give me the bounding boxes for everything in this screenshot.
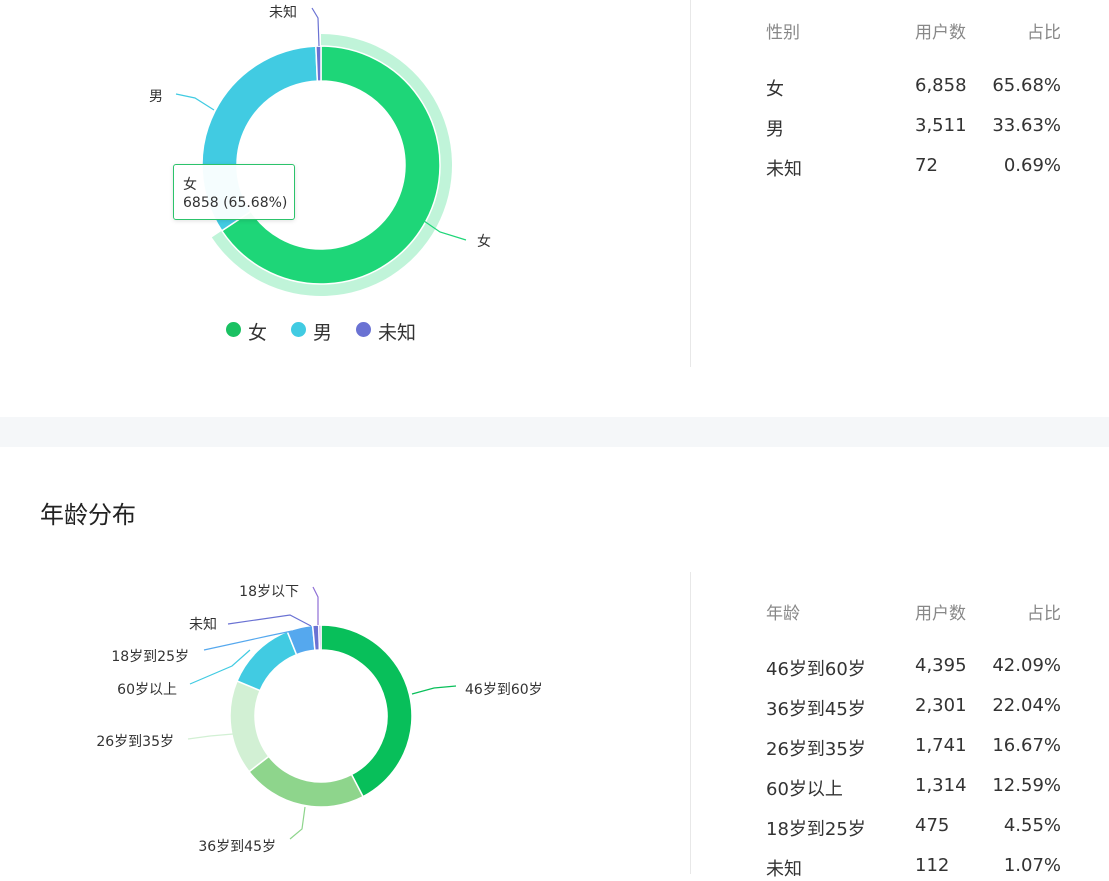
- header-percent: 占比: [1027, 23, 1061, 43]
- slice-label-4: 18岁到25岁: [111, 649, 189, 665]
- row-label: 36岁到45岁: [766, 699, 866, 720]
- label-leader-2: [187, 733, 234, 740]
- row-label: 未知: [766, 159, 802, 180]
- slice-2[interactable]: [315, 45, 322, 82]
- row-percent: 22.04%: [992, 695, 1061, 716]
- legend-dot-icon: [356, 322, 371, 337]
- gender-section: 女男未知 女 6858 (65.68%) 女 男 未知 性别 用户数 占比 女 …: [0, 0, 1109, 417]
- column-divider: [690, 0, 691, 367]
- label-leader-1: [175, 93, 215, 111]
- label-leader-5: [227, 614, 312, 627]
- header-percent: 占比: [1027, 604, 1061, 624]
- label-leader-2: [311, 7, 320, 47]
- slice-label-2: 未知: [269, 4, 297, 21]
- table-row: 未知 72 0.69%: [766, 155, 1061, 180]
- tooltip-value: 6858 (65.68%): [183, 195, 288, 211]
- row-label: 60岁以上: [766, 779, 843, 800]
- slice-6[interactable]: [318, 624, 322, 651]
- slice-label-5: 未知: [189, 616, 217, 633]
- row-label: 男: [766, 119, 784, 140]
- header-age: 年龄: [766, 604, 800, 624]
- table-header: 性别 用户数 占比: [766, 18, 1061, 43]
- row-count: 6,858: [915, 75, 967, 96]
- label-leader-0: [411, 685, 457, 695]
- row-percent: 65.68%: [992, 75, 1061, 96]
- slice-label-2: 26岁到35岁: [96, 734, 174, 750]
- row-percent: 12.59%: [992, 775, 1061, 796]
- row-count: 112: [915, 855, 950, 876]
- row-percent: 16.67%: [992, 735, 1061, 756]
- tooltip-label: 女: [183, 177, 197, 193]
- slice-label-0: 46岁到60岁: [465, 682, 543, 698]
- row-label: 女: [766, 79, 784, 100]
- legend-label: 女: [248, 322, 268, 344]
- age-donut-chart: 46岁到60岁 36岁到45岁 26岁到35岁 60岁以上 18岁到25岁未知 18岁以下: [96, 584, 543, 855]
- row-percent: 4.55%: [1003, 815, 1061, 836]
- header-count: 用户数: [915, 604, 966, 624]
- row-label: 46岁到60岁: [766, 659, 866, 680]
- legend-label: 未知: [378, 322, 417, 344]
- row-count: 2,301: [915, 695, 967, 716]
- row-count: 475: [915, 815, 950, 836]
- row-percent: 1.07%: [1003, 855, 1061, 876]
- row-count: 4,395: [915, 655, 967, 676]
- table-row: 36岁到45岁 2,301 22.04%: [766, 695, 1061, 720]
- section-separator: [0, 417, 1109, 447]
- label-leader-1: [289, 806, 306, 840]
- row-count: 1,314: [915, 775, 967, 796]
- header-count: 用户数: [915, 23, 966, 43]
- table-row: 60岁以上 1,314 12.59%: [766, 775, 1061, 800]
- table-header: 年龄 用户数 占比: [766, 599, 1061, 624]
- row-count: 3,511: [915, 115, 967, 136]
- legend-dot-icon: [291, 322, 306, 337]
- gender-donut-chart: 女 男 未知: [149, 4, 491, 296]
- row-count: 72: [915, 155, 938, 176]
- row-percent: 33.63%: [992, 115, 1061, 136]
- slice-label-3: 60岁以上: [117, 682, 177, 698]
- table-row: 女 6,858 65.68%: [766, 75, 1061, 100]
- slice-0[interactable]: [320, 624, 413, 798]
- slice-1[interactable]: [247, 755, 365, 808]
- table-row: 46岁到60岁 4,395 42.09%: [766, 655, 1061, 680]
- slice-label-1: 36岁到45岁: [198, 839, 276, 855]
- slice-2[interactable]: [229, 679, 270, 773]
- column-divider: [690, 572, 691, 874]
- row-label: 26岁到35岁: [766, 739, 866, 760]
- slice-label-1: 男: [149, 89, 163, 105]
- label-leader-6: [312, 586, 319, 625]
- row-label: 18岁到25岁: [766, 819, 866, 840]
- table-row: 18岁到25岁 475 4.55%: [766, 815, 1061, 840]
- legend-label: 男: [313, 322, 333, 344]
- row-percent: 0.69%: [1003, 155, 1061, 176]
- table-row: 26岁到35岁 1,741 16.67%: [766, 735, 1061, 760]
- table-row: 未知 112 1.07%: [766, 855, 1061, 880]
- slice-label-6: 18岁以下: [239, 584, 299, 600]
- chart-tooltip: 女 6858 (65.68%): [173, 164, 295, 220]
- slice-label-0: 女: [477, 233, 491, 250]
- row-percent: 42.09%: [992, 655, 1061, 676]
- header-gender: 性别: [766, 23, 800, 43]
- row-label: 未知: [766, 859, 802, 880]
- row-count: 1,741: [915, 735, 967, 756]
- legend-dot-icon: [226, 322, 241, 337]
- table-row: 男 3,511 33.63%: [766, 115, 1061, 140]
- age-section: 年龄分布 46岁到60岁 36岁到45岁 26岁到35岁 60岁以上 18岁到25岁 未知…: [0, 447, 1109, 880]
